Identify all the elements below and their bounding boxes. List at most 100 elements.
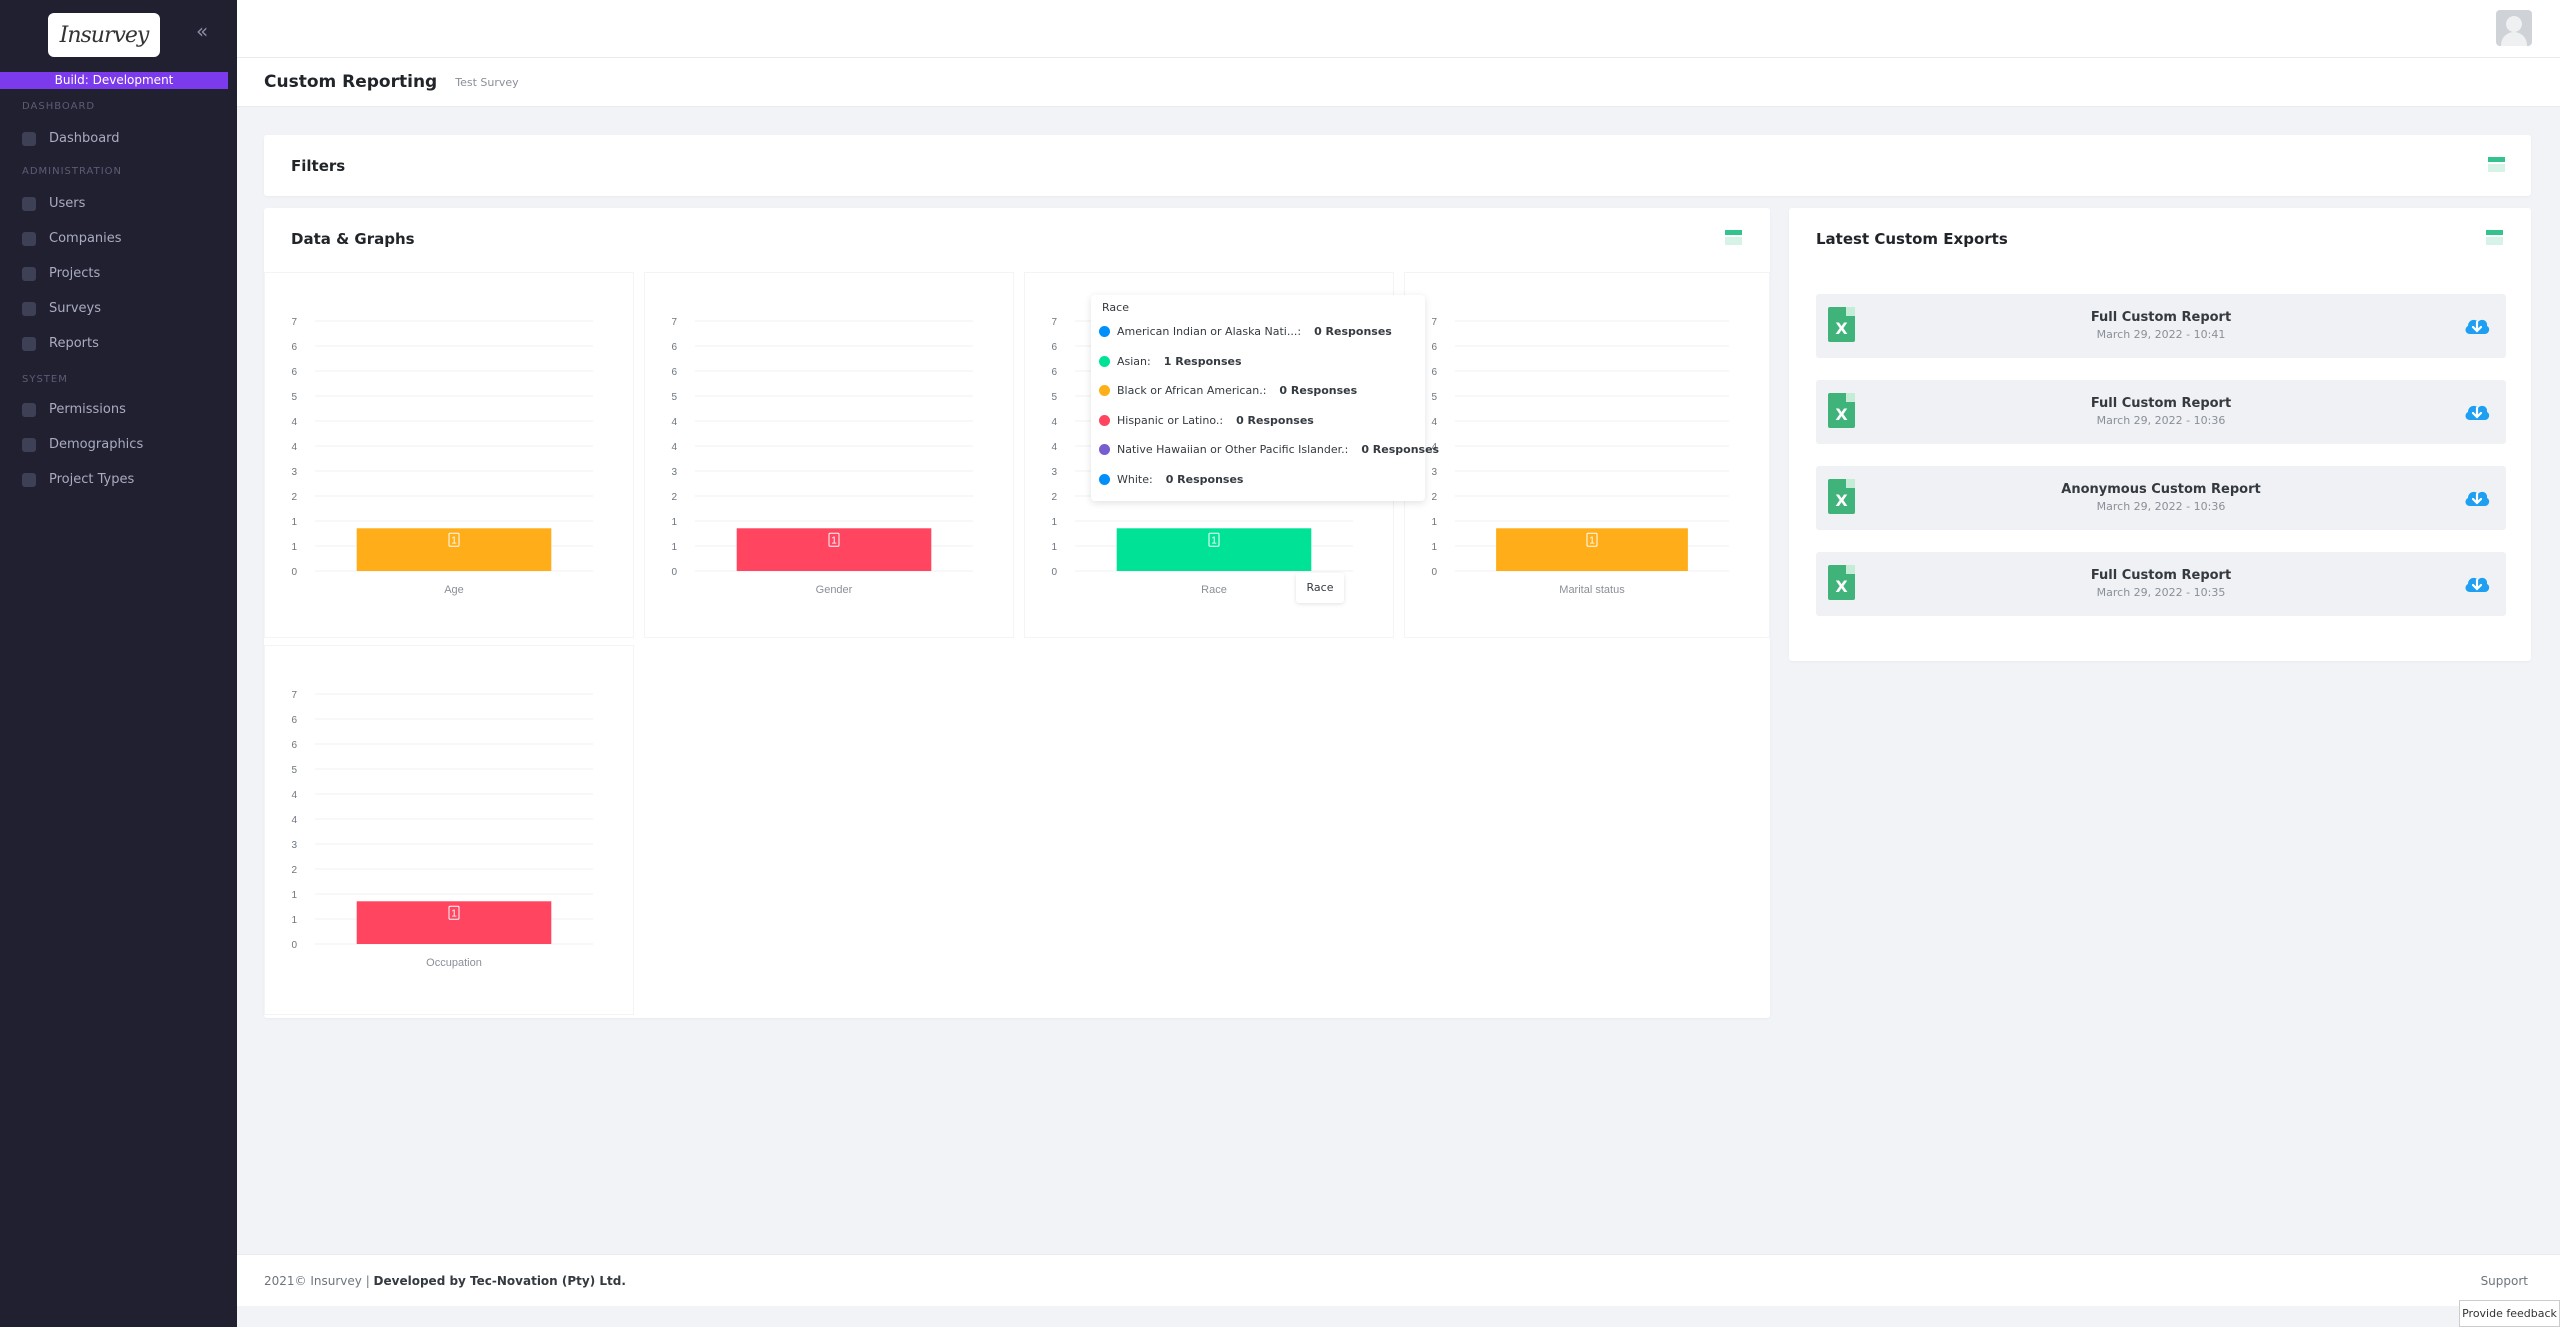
y-tick-label: 3 bbox=[671, 467, 677, 478]
x-tick-label: Occupation bbox=[426, 957, 482, 969]
sidebar-item-companies[interactable]: Companies bbox=[22, 231, 122, 246]
sidebar-item-reports[interactable]: Reports bbox=[22, 336, 99, 351]
sidebar-item-label: Demographics bbox=[49, 437, 144, 452]
projects-icon bbox=[22, 266, 36, 281]
tooltip-count: 0 Responses bbox=[1236, 413, 1314, 427]
export-date: March 29, 2022 - 10:36 bbox=[2096, 500, 2226, 513]
sidebar-item-label: Projects bbox=[49, 266, 101, 281]
sidebar: Insurvey « Build: Development DASHBOARD … bbox=[0, 0, 237, 1327]
y-tick-label: 2 bbox=[291, 492, 297, 503]
exports-card: Latest Custom Exports X Full Custom Repor… bbox=[1789, 208, 2531, 661]
y-tick-label: 6 bbox=[671, 342, 677, 353]
export-title: Full Custom Report bbox=[2090, 396, 2232, 411]
age-chart: 0 1 1 2 3 4 4 5 6 6 7 1 Age bbox=[264, 272, 634, 638]
y-tick-label: 0 bbox=[1051, 567, 1057, 578]
reports-icon bbox=[22, 336, 36, 351]
tooltip-count: 0 Responses bbox=[1361, 443, 1440, 457]
y-tick-label: 7 bbox=[1051, 317, 1057, 328]
tooltip-label: American Indian or Alaska Nati...: bbox=[1117, 325, 1302, 338]
export-item[interactable]: X Anonymous Custom Report March 29, 2022 -… bbox=[1816, 466, 2506, 530]
chart-svg: 0 1 1 2 3 4 4 5 6 6 7 1 Age bbox=[291, 317, 593, 596]
collapse-sidebar-icon[interactable]: « bbox=[196, 19, 208, 43]
sidebar-item-label: Project Types bbox=[49, 472, 135, 487]
y-tick-label: 7 bbox=[1431, 317, 1437, 328]
occupation-chart: 0 1 1 2 3 4 4 5 6 6 7 1 Occupation bbox=[264, 645, 634, 1015]
footer-copyright: 2021© Insurvey | Developed by Tec-Novati… bbox=[264, 1274, 626, 1288]
support-link[interactable]: Support bbox=[2481, 1274, 2528, 1288]
legend-dot-icon bbox=[1099, 326, 1110, 337]
export-item[interactable]: X Full Custom Report March 29, 2022 - 10:3… bbox=[1816, 380, 2506, 444]
export-date: March 29, 2022 - 10:35 bbox=[2096, 586, 2226, 599]
sidebar-item-permissions[interactable]: Permissions bbox=[22, 402, 126, 417]
race-tooltip: Race American Indian or Alaska Nati...: 0… bbox=[1091, 295, 1439, 501]
sidebar-item-surveys[interactable]: Surveys bbox=[22, 301, 101, 316]
tooltip-label: Black or African American.: bbox=[1117, 384, 1267, 398]
surveys-icon bbox=[22, 301, 36, 316]
y-tick-label: 4 bbox=[291, 417, 297, 428]
cloud-download-icon[interactable] bbox=[2463, 314, 2491, 338]
y-tick-label: 1 bbox=[291, 517, 297, 528]
data-label: 1 bbox=[1211, 535, 1217, 546]
y-tick-label: 6 bbox=[291, 342, 297, 353]
export-item[interactable]: X Full Custom Report March 29, 2022 - 10:4… bbox=[1816, 294, 2506, 358]
x-tick-label: Gender bbox=[816, 584, 853, 596]
filters-toggle-icon[interactable] bbox=[2488, 157, 2505, 172]
data-label: 1 bbox=[451, 535, 457, 546]
export-date: March 29, 2022 - 10:41 bbox=[2096, 328, 2226, 341]
logo[interactable]: Insurvey bbox=[48, 13, 160, 57]
page-subtitle: Test Survey bbox=[455, 75, 519, 89]
data-label: 1 bbox=[451, 908, 457, 919]
y-tick-label: 3 bbox=[1431, 467, 1437, 478]
sidebar-item-label: Users bbox=[49, 196, 86, 211]
tooltip-label: Asian: bbox=[1117, 354, 1151, 368]
export-item[interactable]: X Full Custom Report March 29, 2022 - 10:3… bbox=[1816, 552, 2506, 616]
data-graphs-toggle-icon[interactable] bbox=[1725, 230, 1742, 245]
y-tick-label: 1 bbox=[291, 890, 297, 901]
y-tick-label: 5 bbox=[1431, 392, 1437, 403]
chart-svg: 0 1 1 2 3 4 4 5 6 6 7 1 Gender bbox=[671, 317, 973, 596]
page-title: Custom Reporting bbox=[264, 72, 438, 92]
sidebar-item-users[interactable]: Users bbox=[22, 196, 85, 211]
sidebar-item-dashboard[interactable]: Dashboard bbox=[22, 131, 120, 146]
sidebar-item-label: Permissions bbox=[49, 402, 126, 417]
tooltip-label: Hispanic or Latino.: bbox=[1117, 413, 1224, 427]
y-tick-label: 6 bbox=[291, 715, 297, 726]
cloud-download-icon[interactable] bbox=[2463, 486, 2491, 510]
topbar bbox=[237, 0, 2560, 58]
tooltip-count: 0 Responses bbox=[1165, 473, 1244, 486]
export-date: March 29, 2022 - 10:36 bbox=[2096, 414, 2226, 427]
x-tick-label: Marital status bbox=[1559, 584, 1625, 596]
copyright-text: 2021© Insurvey | bbox=[264, 1274, 374, 1288]
companies-icon bbox=[22, 231, 36, 246]
filters-card: Filters bbox=[264, 135, 2531, 196]
y-tick-label: 0 bbox=[671, 567, 677, 578]
cloud-download-icon[interactable] bbox=[2463, 400, 2491, 424]
y-tick-label: 1 bbox=[291, 542, 297, 553]
y-tick-label: 4 bbox=[1051, 417, 1057, 428]
legend-dot-icon bbox=[1099, 444, 1110, 456]
sidebar-item-demographics[interactable]: Demographics bbox=[22, 437, 143, 452]
y-tick-label: 1 bbox=[671, 517, 677, 528]
tooltip-label: Native Hawaiian or Other Pacific Islande… bbox=[1117, 443, 1349, 457]
y-tick-label: 3 bbox=[291, 467, 297, 478]
sidebar-item-label: Reports bbox=[49, 336, 99, 351]
y-tick-label: 4 bbox=[291, 442, 297, 453]
legend-dot-icon bbox=[1099, 474, 1110, 485]
y-tick-label: 7 bbox=[671, 317, 677, 328]
sidebar-item-project-types[interactable]: Project Types bbox=[22, 472, 134, 487]
y-tick-label: 6 bbox=[671, 367, 677, 378]
provide-feedback-button[interactable]: Provide feedback bbox=[2459, 1300, 2560, 1327]
x-tick-label: Race bbox=[1201, 584, 1227, 596]
y-tick-label: 6 bbox=[291, 367, 297, 378]
cloud-download-icon[interactable] bbox=[2463, 572, 2491, 596]
exports-toggle-icon[interactable] bbox=[2486, 230, 2503, 245]
y-tick-label: 1 bbox=[291, 915, 297, 926]
tooltip-count: 0 Responses bbox=[1314, 325, 1392, 338]
tooltip-row: Hispanic or Latino.: 0 Responses bbox=[1099, 414, 1314, 427]
sidebar-item-projects[interactable]: Projects bbox=[22, 266, 100, 281]
exports-title: Latest Custom Exports bbox=[1816, 230, 2008, 248]
export-title: Full Custom Report bbox=[2090, 568, 2232, 583]
sidebar-item-label: Dashboard bbox=[49, 131, 120, 146]
user-avatar[interactable] bbox=[2496, 10, 2532, 46]
tooltip-row: Native Hawaiian or Other Pacific Islande… bbox=[1099, 443, 1439, 456]
